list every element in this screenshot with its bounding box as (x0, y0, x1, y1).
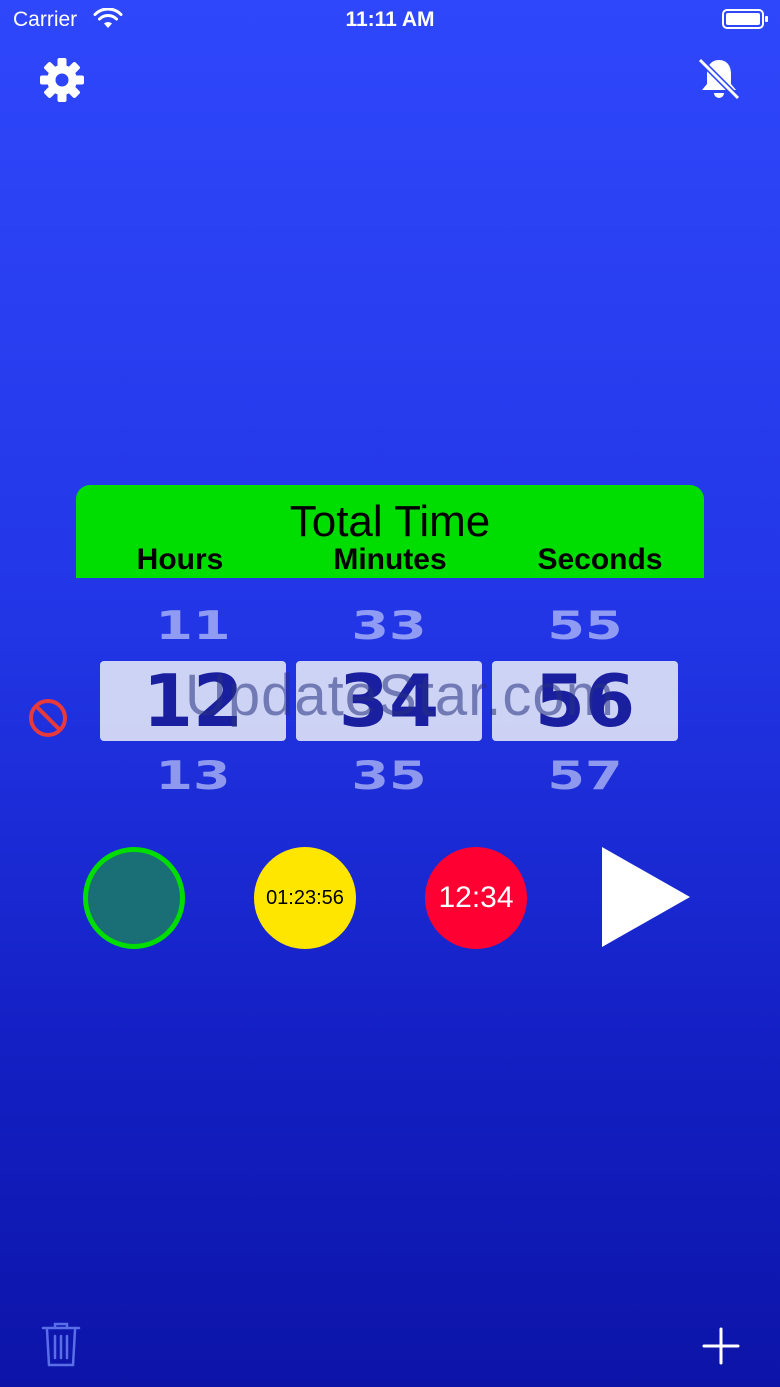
seconds-column-label: Seconds (537, 543, 663, 576)
seconds-next-value[interactable]: 57 (492, 753, 678, 798)
hours-next-value[interactable]: 13 (100, 753, 286, 798)
hours-column-label: Hours (136, 543, 224, 576)
minutes-picker[interactable]: 34 (296, 659, 482, 743)
record-button[interactable] (83, 847, 185, 949)
total-time-header: Total Time Hours Minutes Seconds (76, 485, 704, 578)
status-time: 11:11 AM (345, 8, 435, 31)
bell-slash-icon[interactable] (694, 54, 744, 104)
play-icon[interactable] (600, 845, 692, 949)
preset-button-1[interactable]: 01:23:56 (254, 847, 356, 949)
hours-prev-value[interactable]: 11 (100, 603, 286, 648)
minutes-column-label: Minutes (333, 543, 447, 576)
clear-icon[interactable] (26, 696, 70, 740)
gear-icon[interactable] (38, 56, 86, 104)
seconds-prev-value[interactable]: 55 (492, 603, 678, 648)
minutes-next-value[interactable]: 35 (296, 753, 482, 798)
battery-icon (722, 9, 768, 29)
minutes-prev-value[interactable]: 33 (296, 603, 482, 648)
status-bar: Carrier 11:11 AM (0, 0, 780, 40)
trash-icon[interactable] (40, 1321, 82, 1369)
header-title: Total Time (289, 497, 491, 546)
plus-icon[interactable] (702, 1327, 740, 1365)
seconds-picker[interactable]: 56 (492, 659, 678, 743)
hours-picker[interactable]: 12 (100, 659, 286, 743)
preset-button-2[interactable]: 12:34 (425, 847, 527, 949)
